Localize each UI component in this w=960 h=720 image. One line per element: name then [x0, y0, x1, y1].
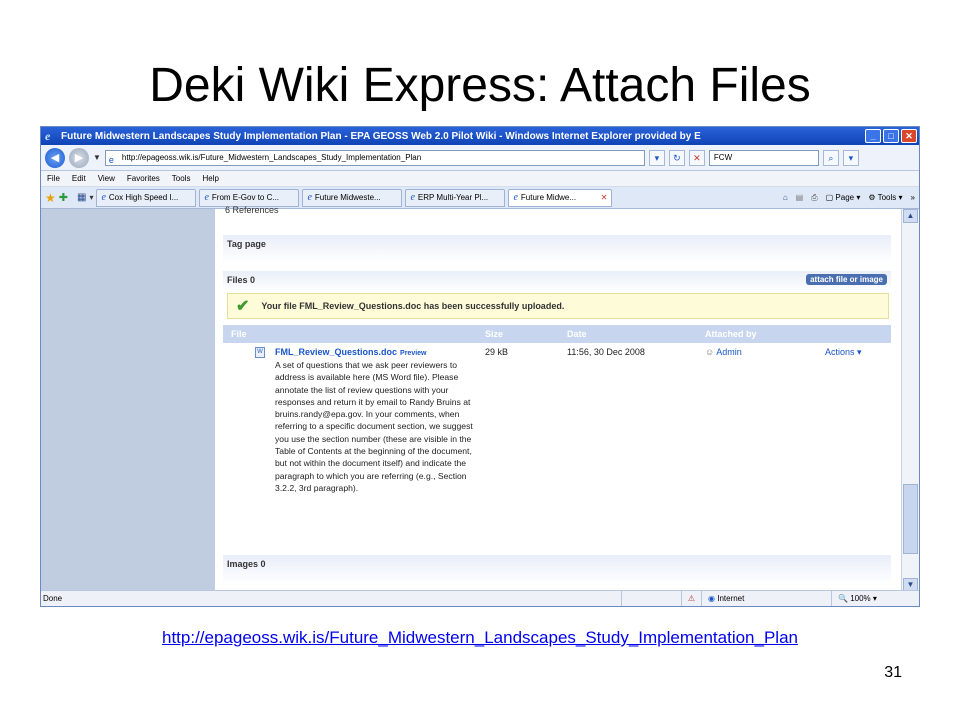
tab-page-icon: e — [513, 192, 518, 203]
tab-page-icon: e — [410, 192, 415, 203]
menu-tools[interactable]: Tools — [172, 174, 191, 183]
main-content: 6 References Tag page Files 0 attach fil… — [215, 205, 903, 592]
address-dropdown-button[interactable]: ▾ — [648, 149, 665, 166]
refresh-button[interactable]: ↻ — [668, 149, 685, 166]
tab-future-midwestern-active[interactable]: e Future Midwe... ✕ — [508, 188, 613, 207]
slide-title: Deki Wiki Express: Attach Files — [149, 59, 811, 112]
status-bar: Done ⚠ ◉ Internet 🔍 100% ▾ — [41, 590, 919, 606]
file-size: 29 kB — [485, 347, 509, 357]
attach-file-button[interactable]: attach file or image — [806, 274, 887, 285]
tab-future-midwestern-1[interactable]: e Future Midweste... — [302, 188, 403, 207]
zoom-level[interactable]: 🔍 100% ▾ — [831, 590, 919, 606]
menu-view[interactable]: View — [98, 174, 115, 183]
stop-button[interactable]: ✕ — [688, 149, 705, 166]
security-zone: ◉ Internet — [701, 590, 831, 606]
back-button[interactable]: ◀ — [45, 147, 65, 168]
file-name-link[interactable]: FML_Review_Questions.doc Preview — [275, 347, 427, 357]
tab-erp-multi-year[interactable]: e ERP Multi-Year Pl... — [405, 188, 506, 207]
zoom-icon: 🔍 — [838, 593, 848, 603]
browser-window: e Future Midwestern Landscapes Study Imp… — [40, 126, 920, 607]
tab-cox-high-speed[interactable]: e Cox High Speed I... — [96, 188, 197, 207]
source-url-link[interactable]: http://epageoss.wik.is/Future_Midwestern… — [0, 628, 960, 648]
globe-icon: ◉ — [708, 593, 715, 603]
page-menu-icon: ▢ — [825, 193, 834, 202]
tab-from-e-gov[interactable]: e From E-Gov to C... — [199, 188, 300, 207]
tag-page-section: Tag page — [223, 235, 891, 263]
files-table-header: File Size Date Attached by — [223, 325, 891, 343]
word-doc-icon: W — [255, 347, 265, 358]
col-size: Size — [485, 329, 504, 339]
files-section: Files 0 attach file or image — [223, 271, 891, 291]
files-heading: Files 0 — [227, 275, 256, 285]
search-input[interactable]: FCW — [708, 149, 819, 166]
images-heading: Images 0 — [227, 559, 266, 569]
tab-page-icon: e — [307, 192, 312, 203]
tab-page-icon: e — [204, 192, 209, 203]
col-file: File — [231, 329, 247, 339]
menu-bar: File Edit View Favorites Tools Help — [41, 171, 919, 187]
tag-page-heading[interactable]: Tag page — [227, 239, 266, 249]
col-date: Date — [567, 329, 587, 339]
status-text: Done — [43, 594, 63, 603]
tab-page-icon: e — [101, 192, 106, 203]
references-count: 6 References — [225, 205, 279, 215]
page-viewport: 6 References Tag page Files 0 attach fil… — [41, 205, 903, 592]
images-section: Images 0 — [223, 555, 891, 585]
tools-menu[interactable]: ⚙ Tools ▾ — [868, 193, 902, 202]
preview-link[interactable]: Preview — [400, 350, 426, 357]
page-menu[interactable]: ▢ Page ▾ — [826, 193, 861, 202]
menu-favorites[interactable]: Favorites — [127, 174, 160, 183]
upload-success-notice: ✔ Your file FML_Review_Questions.doc has… — [227, 293, 889, 319]
window-title: Future Midwestern Landscapes Study Imple… — [61, 130, 701, 142]
ie-logo-icon: e — [45, 129, 51, 143]
close-window-button[interactable]: ✕ — [901, 129, 917, 143]
chevron-down-icon: ▾ — [857, 347, 862, 357]
gear-icon: ⚙ — [868, 193, 876, 202]
status-segment — [620, 590, 681, 606]
user-icon: ☺ — [705, 347, 715, 357]
forward-button[interactable]: ▶ — [69, 147, 89, 168]
privacy-icon[interactable]: ⚠ — [680, 590, 701, 606]
search-icon[interactable]: ⌕ — [822, 149, 839, 166]
tab-list-dropdown-icon[interactable]: ▾ — [89, 193, 93, 202]
feeds-icon[interactable]: ▤ — [796, 193, 804, 202]
minimize-button[interactable]: _ — [865, 129, 881, 143]
address-input[interactable]: e http://epageoss.wik.is/Future_Midweste… — [104, 149, 645, 166]
actions-menu[interactable]: Actions ▾ — [825, 347, 862, 358]
vertical-scrollbar[interactable]: ▲ ▼ — [901, 209, 919, 592]
menu-help[interactable]: Help — [202, 174, 218, 183]
print-icon[interactable]: ⎙ — [811, 193, 817, 203]
add-favorite-icon[interactable]: ✚ — [59, 191, 68, 204]
left-sidebar — [41, 209, 215, 592]
favorites-star-icon[interactable]: ★ — [45, 191, 56, 205]
address-text: http://epageoss.wik.is/Future_Midwestern… — [121, 152, 422, 162]
quick-tabs-icon[interactable]: ▦ — [77, 192, 86, 203]
menu-edit[interactable]: Edit — [72, 174, 86, 183]
attached-by-link[interactable]: ☺ Admin — [705, 347, 742, 357]
col-attached-by: Attached by — [705, 329, 757, 339]
address-bar-row: ◀ ▶ ▼ e http://epageoss.wik.is/Future_Mi… — [41, 145, 919, 171]
menu-file[interactable]: File — [47, 174, 60, 183]
home-icon[interactable]: ⌂ — [783, 193, 788, 202]
close-tab-icon[interactable]: ✕ — [601, 193, 608, 202]
page-icon: e — [108, 154, 114, 165]
maximize-button[interactable]: □ — [883, 129, 899, 143]
scroll-thumb[interactable] — [903, 484, 918, 554]
file-date: 11:56, 30 Dec 2008 — [567, 347, 645, 357]
chevron-right-icon[interactable]: » — [911, 193, 915, 202]
notice-text: Your file FML_Review_Questions.doc has b… — [261, 301, 565, 311]
slide-number: 31 — [884, 664, 902, 681]
file-description: A set of questions that we ask peer revi… — [275, 360, 473, 493]
search-options-button[interactable]: ▾ — [842, 149, 859, 166]
scroll-up-button[interactable]: ▲ — [903, 209, 918, 223]
checkmark-icon: ✔ — [236, 298, 250, 315]
window-titlebar: e Future Midwestern Landscapes Study Imp… — [41, 127, 919, 145]
history-dropdown-icon[interactable]: ▼ — [93, 153, 101, 162]
tab-bar: ★ ✚ ▦ ▾ e Cox High Speed I... e From E-Gov… — [41, 187, 919, 209]
